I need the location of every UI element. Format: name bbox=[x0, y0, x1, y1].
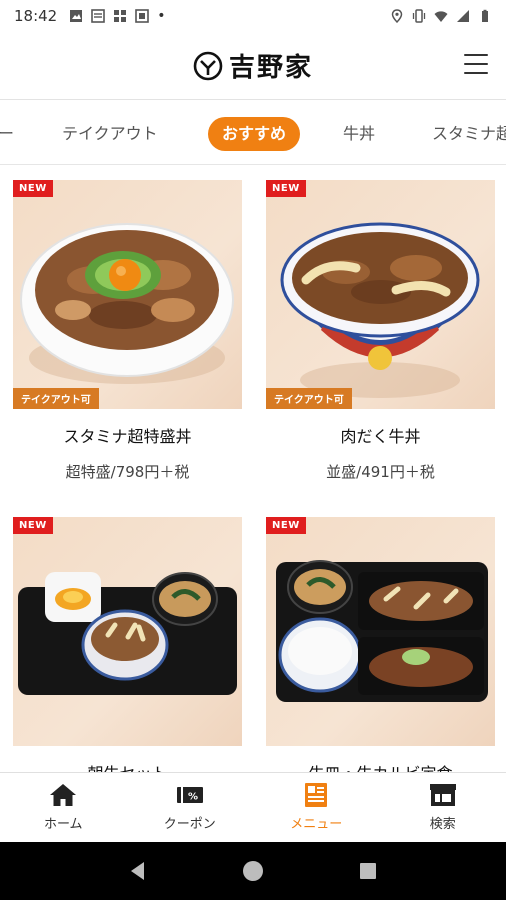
menu-item-name: 肉だく牛丼 bbox=[340, 427, 421, 446]
status-time: 18:42 bbox=[14, 7, 58, 25]
tab-gyudon[interactable]: 牛丼 bbox=[343, 117, 375, 151]
menu-grid: NEW テイクアウト可 スタミナ超特盛丼 超特盛/798円＋税 NEW テイクア… bbox=[0, 166, 506, 772]
vibrate-icon bbox=[412, 9, 426, 23]
store-icon bbox=[429, 784, 456, 806]
menu-item-price: 超特盛/798円＋税 bbox=[65, 463, 190, 481]
image-icon bbox=[70, 10, 83, 22]
status-bar: 18:42 • bbox=[0, 0, 506, 32]
menu-item-image[interactable]: NEW bbox=[13, 517, 242, 746]
brand-logo[interactable]: 吉野家 bbox=[193, 47, 313, 84]
nav-menu-label: メニュー bbox=[290, 817, 343, 832]
takeout-badge: テイクアウト可 bbox=[266, 388, 352, 409]
menu-item-name: 朝牛セット bbox=[13, 760, 242, 772]
tab-stamina[interactable]: スタミナ超 bbox=[432, 117, 506, 151]
nav-menu[interactable]: メニュー bbox=[253, 773, 380, 842]
menu-card-stamina-don[interactable]: NEW テイクアウト可 スタミナ超特盛丼 超特盛/798円＋税 bbox=[13, 180, 242, 482]
category-tabs[interactable]: ー テイクアウト おすすめ 牛丼 スタミナ超 bbox=[0, 101, 506, 165]
notification-dot-icon: • bbox=[157, 8, 166, 24]
nav-home-label: ホーム bbox=[43, 817, 83, 832]
recents-icon[interactable] bbox=[356, 859, 380, 883]
menu-item-price: 並盛/491円＋税 bbox=[326, 463, 435, 481]
brand-name: 吉野家 bbox=[228, 53, 313, 83]
new-badge: NEW bbox=[13, 180, 53, 197]
system-nav-bar bbox=[0, 842, 506, 900]
bottom-nav: ホーム % クーポン メニュー 検索 bbox=[0, 772, 506, 842]
menu-item-name: スタミナ超特盛丼 bbox=[63, 427, 192, 446]
tab-previous-partial[interactable]: ー bbox=[0, 117, 14, 151]
menu-card-asagyu-set[interactable]: NEW 朝牛セット bbox=[13, 517, 242, 772]
menu-book-icon bbox=[305, 783, 328, 807]
menu-item-image[interactable]: NEW テイクアウト可 bbox=[266, 180, 495, 409]
menu-item-image[interactable]: NEW テイクアウト可 bbox=[13, 180, 242, 409]
gyuzara-karubi-set-illustration bbox=[276, 560, 488, 702]
nav-search[interactable]: 検索 bbox=[380, 773, 506, 842]
wifi-icon bbox=[434, 11, 448, 22]
stamina-don-bowl-illustration bbox=[20, 223, 234, 384]
logo-mark-icon bbox=[193, 51, 223, 80]
gyudon-bowl-illustration bbox=[280, 222, 480, 398]
nav-home[interactable]: ホーム bbox=[0, 773, 127, 842]
back-icon[interactable] bbox=[126, 859, 150, 883]
location-icon bbox=[391, 9, 403, 23]
hamburger-menu-button[interactable] bbox=[464, 54, 488, 74]
news-icon bbox=[91, 9, 106, 23]
menu-item-image[interactable]: NEW bbox=[266, 517, 495, 746]
nav-search-label: 検索 bbox=[429, 817, 456, 832]
new-badge: NEW bbox=[266, 517, 306, 534]
grid-icon bbox=[114, 10, 127, 22]
menu-card-nikudaku-gyudon[interactable]: NEW テイクアウト可 肉だく牛丼 並盛/491円＋税 bbox=[266, 180, 495, 482]
battery-icon bbox=[482, 9, 488, 22]
asagyu-set-tray-illustration bbox=[18, 572, 237, 695]
coupon-icon: % bbox=[176, 787, 203, 803]
signal-icon bbox=[457, 10, 469, 22]
takeout-badge: テイクアウト可 bbox=[13, 388, 99, 409]
menu-item-name: 牛皿・牛カルビ定食 bbox=[266, 760, 495, 772]
tab-recommended[interactable]: おすすめ bbox=[208, 117, 301, 151]
nav-coupon[interactable]: % クーポン bbox=[127, 773, 254, 842]
new-badge: NEW bbox=[266, 180, 306, 197]
app-icon bbox=[135, 9, 150, 23]
nav-coupon-label: クーポン bbox=[163, 817, 216, 832]
tab-takeout[interactable]: テイクアウト bbox=[62, 117, 158, 151]
home-button-icon[interactable] bbox=[241, 859, 265, 883]
new-badge: NEW bbox=[13, 517, 53, 534]
app-header: 吉野家 bbox=[0, 32, 506, 100]
svg-text:%: % bbox=[188, 792, 198, 803]
menu-card-gyuzara-karubi-teishoku[interactable]: NEW 牛皿・牛カルビ定食 bbox=[266, 517, 495, 772]
home-icon bbox=[50, 784, 77, 806]
